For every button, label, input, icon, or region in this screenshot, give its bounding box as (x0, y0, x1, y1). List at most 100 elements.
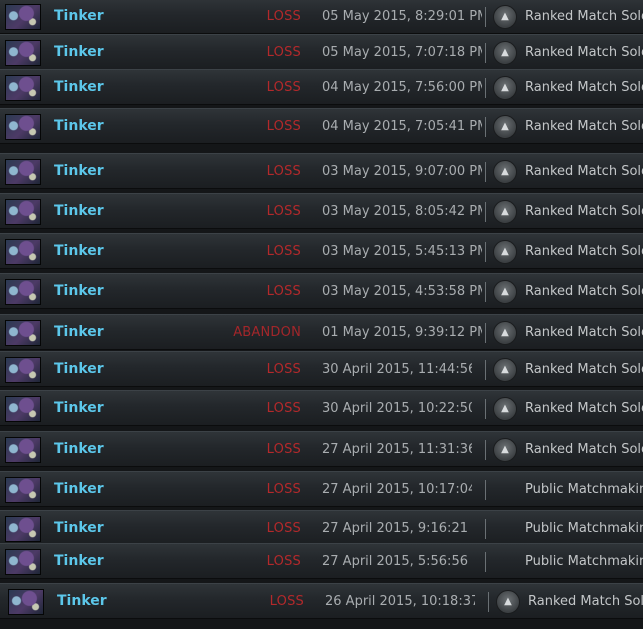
hero-name: Tinker (54, 283, 104, 299)
game-mode: Public Matchmaking (525, 554, 643, 569)
hero-name: Tinker (54, 361, 104, 377)
match-date: 03 May 2015, 4:53:58 PM (322, 284, 482, 299)
game-mode: Ranked Match Solo (525, 284, 643, 299)
column-divider (485, 43, 486, 63)
column-divider (485, 242, 486, 262)
match-row[interactable]: Tinker LOSS 27 April 2015, 11:31:36 PM ▲ Ran… (0, 431, 643, 467)
match-result: LOSS (266, 204, 301, 219)
ranked-icon: ▲ (493, 160, 517, 184)
column-divider (485, 440, 486, 460)
hero-name: Tinker (54, 520, 104, 536)
match-date: 26 April 2015, 10:18:37 PM (325, 594, 475, 609)
ranked-icon: ▲ (493, 321, 517, 345)
hero-name: Tinker (54, 118, 104, 134)
hero-name: Tinker (54, 79, 104, 95)
match-row[interactable]: Tinker LOSS 03 May 2015, 9:07:00 PM ▲ Ranked… (0, 153, 643, 189)
match-result: LOSS (266, 284, 301, 299)
game-mode: Ranked Match Solo (525, 45, 643, 60)
match-row[interactable]: Tinker LOSS 03 May 2015, 8:05:42 PM ▲ Ranked… (0, 193, 643, 229)
match-row[interactable]: Tinker LOSS 27 April 2015, 10:17:04 PM Publ… (0, 471, 643, 507)
hero-name: Tinker (54, 481, 104, 497)
match-result: LOSS (269, 594, 304, 609)
ranked-icon: ▲ (493, 5, 517, 29)
game-mode: Ranked Match Solo (525, 119, 643, 134)
game-mode: Ranked Match Solo (525, 401, 643, 416)
hero-avatar (5, 477, 41, 503)
ranked-icon: ▲ (493, 200, 517, 224)
hero-avatar (5, 114, 41, 140)
match-row[interactable]: Tinker LOSS 26 April 2015, 10:18:37 PM ▲ Ran… (0, 583, 643, 619)
match-date: 30 April 2015, 11:44:56 PM (322, 362, 472, 377)
match-result: LOSS (266, 401, 301, 416)
column-divider (485, 480, 486, 500)
ranked-icon: ▲ (493, 438, 517, 462)
match-result: LOSS (266, 482, 301, 497)
hero-name: Tinker (54, 8, 104, 24)
match-row[interactable]: Tinker LOSS 04 May 2015, 7:56:00 PM ▲ Ranked… (0, 69, 643, 105)
match-row[interactable]: Tinker LOSS 30 April 2015, 10:22:50 PM ▲ Ran… (0, 390, 643, 426)
ranked-icon: ▲ (493, 280, 517, 304)
match-date: 27 April 2015, 11:31:36 PM (322, 442, 472, 457)
hero-name: Tinker (54, 553, 104, 569)
game-mode: Ranked Match Solo (525, 362, 643, 377)
match-row[interactable]: Tinker LOSS 05 May 2015, 8:29:01 PM ▲ Ranked… (0, 0, 643, 34)
hero-avatar (5, 279, 41, 305)
column-divider (485, 202, 486, 222)
game-mode: Ranked Match Solo (525, 244, 643, 259)
match-date: 27 April 2015, 9:16:21 PM (322, 521, 472, 536)
match-date: 03 May 2015, 8:05:42 PM (322, 204, 482, 219)
column-divider (485, 78, 486, 98)
hero-avatar (5, 75, 41, 101)
hero-name: Tinker (54, 44, 104, 60)
game-mode: Ranked Match Solo (528, 594, 643, 609)
match-date: 27 April 2015, 5:56:56 PM (322, 554, 472, 569)
hero-avatar (5, 396, 41, 422)
game-mode: Ranked Match Solo (525, 164, 643, 179)
hero-name: Tinker (57, 593, 107, 609)
match-date: 05 May 2015, 7:07:18 PM (322, 45, 482, 60)
match-date: 03 May 2015, 5:45:13 PM (322, 244, 482, 259)
match-row[interactable]: Tinker LOSS 03 May 2015, 4:53:58 PM ▲ Ranked… (0, 273, 643, 309)
hero-avatar (5, 4, 41, 30)
hero-name: Tinker (54, 441, 104, 457)
game-mode: Ranked Match Solo (525, 9, 643, 24)
match-date: 03 May 2015, 9:07:00 PM (322, 164, 482, 179)
match-date: 27 April 2015, 10:17:04 PM (322, 482, 472, 497)
ranked-icon: ▲ (493, 397, 517, 421)
match-row[interactable]: Tinker LOSS 05 May 2015, 7:07:18 PM ▲ Ranked… (0, 34, 643, 70)
hero-name: Tinker (54, 400, 104, 416)
column-divider (485, 282, 486, 302)
match-result: LOSS (266, 521, 301, 536)
match-row[interactable]: Tinker LOSS 27 April 2015, 5:56:56 PM Publi… (0, 543, 643, 579)
match-result: LOSS (266, 442, 301, 457)
column-divider (485, 399, 486, 419)
match-result: LOSS (266, 9, 301, 24)
match-result: LOSS (266, 80, 301, 95)
ranked-icon: ▲ (493, 76, 517, 100)
game-mode: Ranked Match Solo (525, 204, 643, 219)
match-row[interactable]: Tinker ABANDON 01 May 2015, 9:39:12 PM ▲ Ran… (0, 314, 643, 350)
match-row[interactable]: Tinker LOSS 03 May 2015, 5:45:13 PM ▲ Ranked… (0, 233, 643, 269)
match-row[interactable]: Tinker LOSS 30 April 2015, 11:44:56 PM ▲ Ran… (0, 351, 643, 387)
hero-avatar (5, 549, 41, 575)
hero-avatar (5, 516, 41, 542)
hero-avatar (5, 239, 41, 265)
ranked-icon: ▲ (496, 590, 520, 614)
column-divider (485, 360, 486, 380)
game-mode: Ranked Match Solo (525, 442, 643, 457)
match-date: 01 May 2015, 9:39:12 PM (322, 325, 482, 340)
match-row[interactable]: Tinker LOSS 04 May 2015, 7:05:41 PM ▲ Ranked… (0, 108, 643, 144)
hero-avatar (5, 357, 41, 383)
column-divider (485, 323, 486, 343)
ranked-icon: ▲ (493, 358, 517, 382)
column-divider (485, 552, 486, 572)
game-mode: Public Matchmaking (525, 521, 643, 536)
match-date: 04 May 2015, 7:56:00 PM (322, 80, 482, 95)
hero-name: Tinker (54, 163, 104, 179)
game-mode: Ranked Match Solo (525, 80, 643, 95)
column-divider (488, 592, 489, 612)
match-row[interactable]: Tinker LOSS 27 April 2015, 9:16:21 PM Publi… (0, 510, 643, 546)
column-divider (485, 117, 486, 137)
ranked-icon: ▲ (493, 41, 517, 65)
ranked-icon: ▲ (493, 240, 517, 264)
